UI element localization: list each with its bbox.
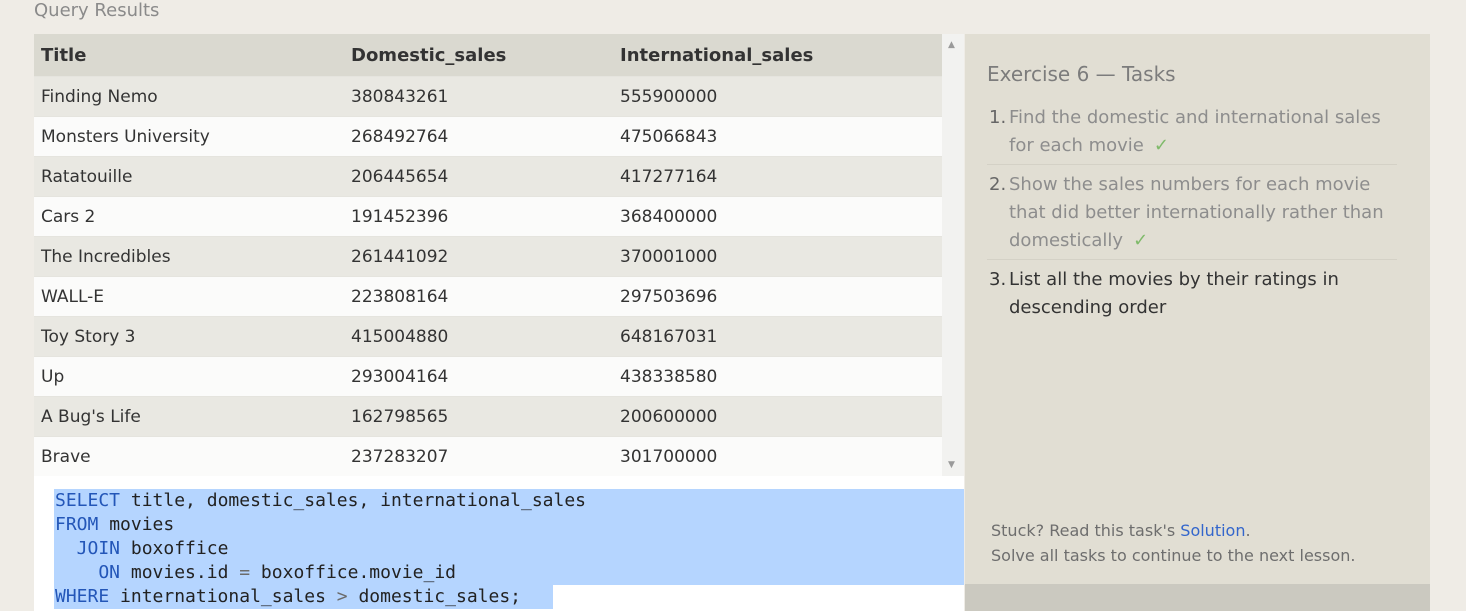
cell-international-sales: 648167031 [613,316,942,357]
cell-title: Toy Story 3 [34,316,344,357]
cell-international-sales: 370001000 [613,236,942,277]
tasks-title: Exercise 6 — Tasks [987,62,1176,86]
cell-title: Up [34,356,344,397]
stuck-suffix: . [1245,521,1251,540]
help-text: Stuck? Read this task's Solution. Solve … [991,518,1355,568]
table-row: Up 293004164 438338580 [34,356,942,397]
sql-text: domestic_sales; [347,586,521,607]
task-item: 3. List all the movies by their ratings i… [987,266,1397,326]
cell-international-sales: 200600000 [613,396,942,437]
column-header-domestic-sales: Domestic_sales [344,34,613,77]
table-row: A Bug's Life 162798565 200600000 [34,396,942,437]
sql-text: movies [98,514,175,535]
sql-keyword: WHERE [55,586,110,607]
tasks-footer-bar [965,584,1430,611]
table-row: Monsters University 268492764 475066843 [34,116,942,157]
results-table-panel[interactable]: Title Domestic_sales International_sales… [34,34,964,476]
code-line: ON movies.id = boxoffice.movie_id [55,561,586,585]
column-header-international-sales: International_sales [613,34,942,77]
table-row: WALL-E 223808164 297503696 [34,276,942,317]
cell-domestic-sales: 380843261 [344,76,613,117]
sql-text: international_sales [109,586,337,607]
code-line: JOIN boxoffice [55,537,586,561]
task-number: 2. [989,174,1007,195]
cell-international-sales: 475066843 [613,116,942,157]
cell-international-sales: 438338580 [613,356,942,397]
cell-title: Ratatouille [34,156,344,197]
task-number: 1. [989,107,1007,128]
continue-text: Solve all tasks to continue to the next … [991,546,1356,565]
checkmark-icon: ✓ [1153,135,1169,156]
cell-domestic-sales: 415004880 [344,316,613,357]
cell-domestic-sales: 261441092 [344,236,613,277]
table-row: Cars 2 191452396 368400000 [34,196,942,237]
table-row: The Incredibles 261441092 370001000 [34,236,942,277]
column-header-title: Title [34,34,344,77]
table-header-row: Title Domestic_sales International_sales [34,34,942,77]
sql-text: boxoffice [120,538,229,559]
task-text: Show the sales numbers for each movie th… [1009,174,1384,251]
code-line: FROM movies [55,513,586,537]
task-number: 3. [989,269,1007,290]
task-text: List all the movies by their ratings in … [1009,269,1339,318]
query-results-label: Query Results [34,0,160,21]
cell-domestic-sales: 237283207 [344,436,613,476]
table-row: Toy Story 3 415004880 648167031 [34,316,942,357]
sql-code[interactable]: SELECT title, domestic_sales, internatio… [55,489,586,609]
cell-title: Cars 2 [34,196,344,237]
cell-domestic-sales: 223808164 [344,276,613,317]
cell-title: Finding Nemo [34,76,344,117]
sql-operator: = [239,562,251,583]
scroll-down-arrow-icon[interactable]: ▼ [948,460,955,470]
table-row: Finding Nemo 380843261 555900000 [34,76,942,117]
cell-domestic-sales: 191452396 [344,196,613,237]
sql-keyword: ON [55,562,121,583]
stuck-prefix: Stuck? Read this task's [991,521,1181,540]
sql-text: boxoffice.movie_id [250,562,456,583]
table-row: Ratatouille 206445654 417277164 [34,156,942,197]
cell-international-sales: 297503696 [613,276,942,317]
sql-keyword: FROM [55,514,99,535]
results-scrollbar[interactable]: ▲ ▼ [942,34,964,476]
task-text: Find the domestic and international sale… [1009,107,1381,156]
cell-domestic-sales: 293004164 [344,356,613,397]
code-line: WHERE international_sales > domestic_sal… [55,585,586,609]
cell-title: Monsters University [34,116,344,157]
cell-international-sales: 417277164 [613,156,942,197]
sql-text: title, domestic_sales, international_sal… [120,490,587,511]
cell-title: Brave [34,436,344,476]
cell-domestic-sales: 162798565 [344,396,613,437]
cell-domestic-sales: 206445654 [344,156,613,197]
tasks-panel: Exercise 6 — Tasks 1. Find the domestic a… [965,34,1430,584]
cell-title: The Incredibles [34,236,344,277]
sql-keyword: JOIN [55,538,121,559]
sql-text: movies.id [120,562,240,583]
task-item: 2. Show the sales numbers for each movie … [987,171,1397,260]
table-row: Brave 237283207 301700000 [34,436,942,476]
scroll-up-arrow-icon[interactable]: ▲ [948,40,955,50]
cell-international-sales: 301700000 [613,436,942,476]
code-line: SELECT title, domestic_sales, internatio… [55,489,586,513]
sql-operator: > [336,586,348,607]
solution-link[interactable]: Solution [1180,521,1245,540]
checkmark-icon: ✓ [1133,230,1149,251]
cell-domestic-sales: 268492764 [344,116,613,157]
cell-title: A Bug's Life [34,396,344,437]
results-table: Title Domestic_sales International_sales… [34,34,942,476]
task-list: 1. Find the domestic and international sa… [987,104,1397,332]
cell-international-sales: 368400000 [613,196,942,237]
task-item: 1. Find the domestic and international sa… [987,104,1397,165]
sql-keyword: SELECT [55,490,121,511]
cell-title: WALL-E [34,276,344,317]
cell-international-sales: 555900000 [613,76,942,117]
